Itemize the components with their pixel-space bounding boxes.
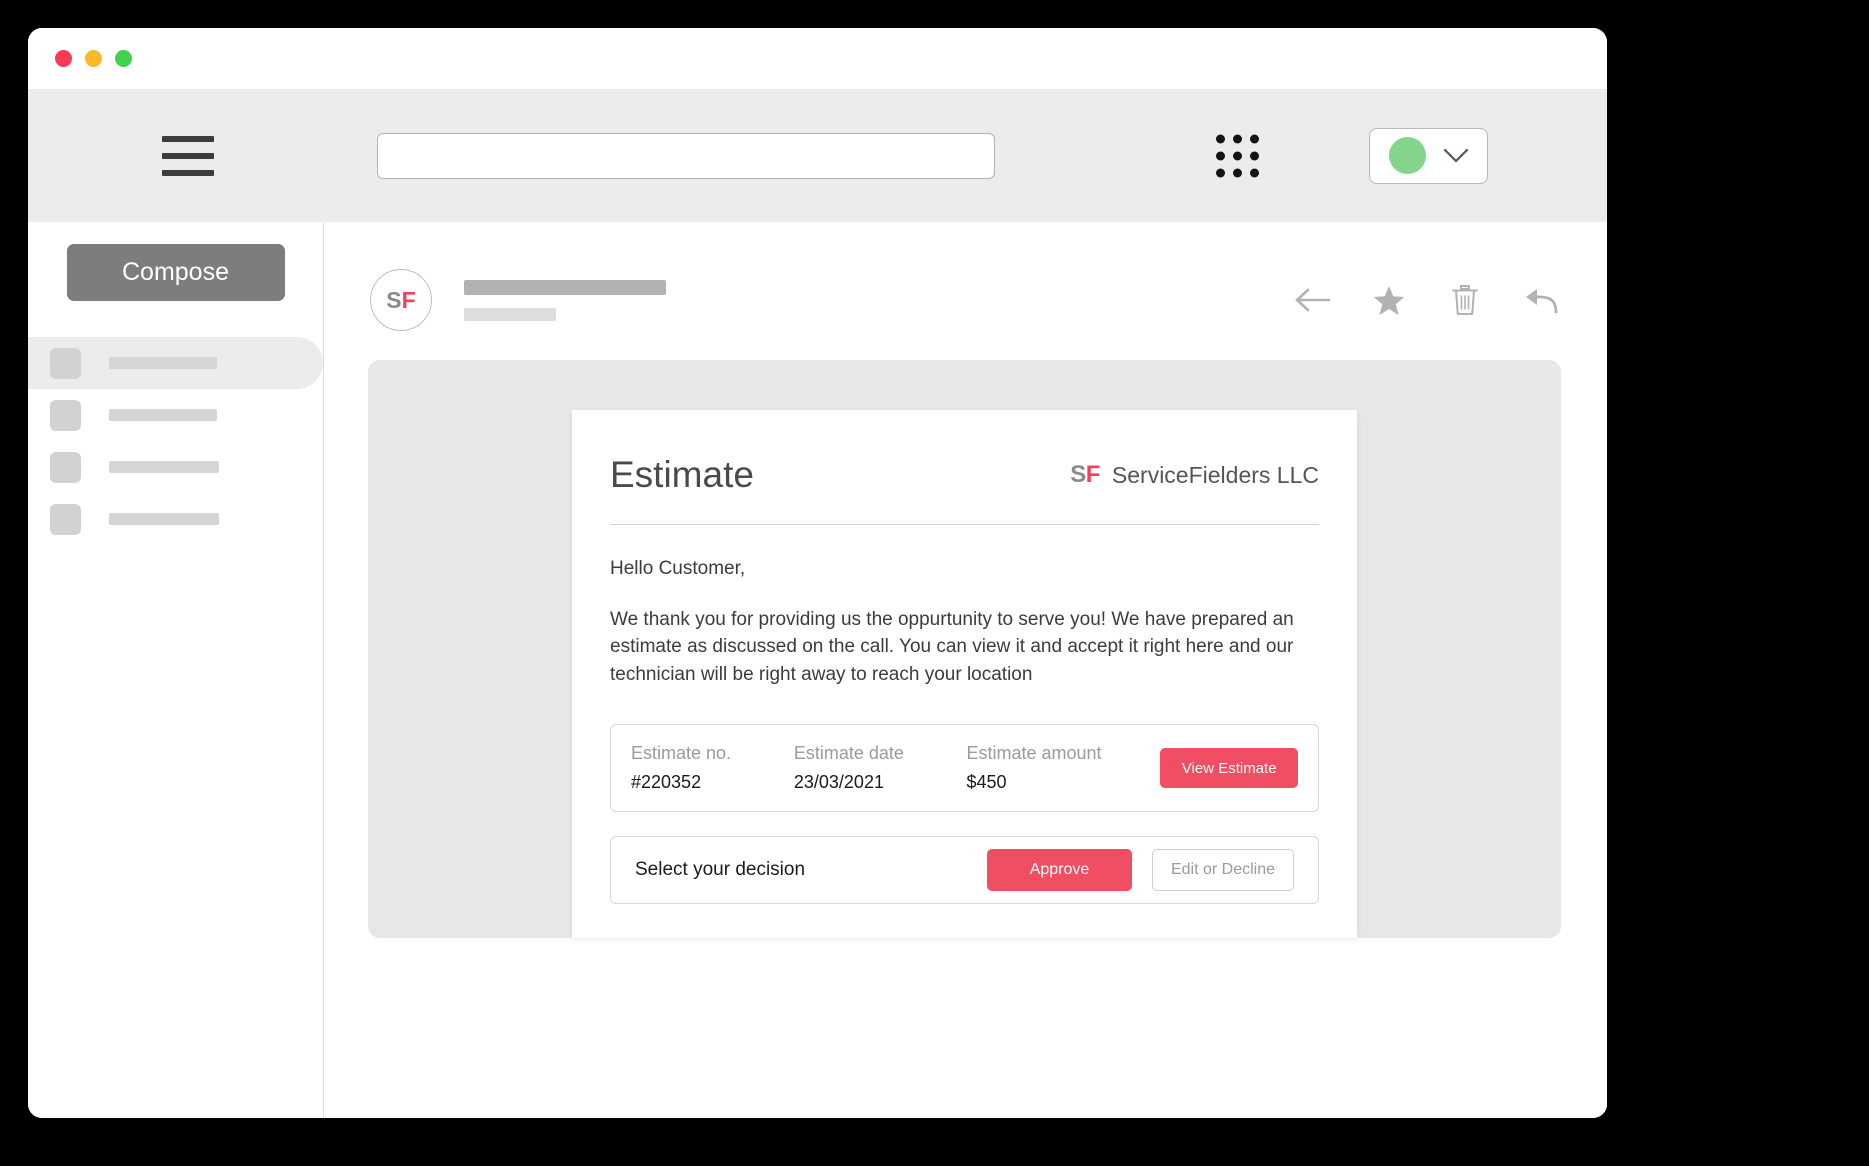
decision-box: Select your decision Approve Edit or Dec…: [610, 836, 1319, 905]
search-input[interactable]: [377, 132, 995, 179]
brand-letter-f: F: [1085, 461, 1101, 488]
back-arrow-glyph: [1295, 288, 1331, 312]
sender-initial-s: S: [386, 286, 402, 313]
sidebar-item-3[interactable]: [28, 441, 323, 493]
app-header: [28, 89, 1607, 222]
grid-dot: [1233, 134, 1242, 143]
mail-icon: [50, 399, 81, 431]
mail-subject-placeholder: [464, 279, 666, 295]
hamburger-line: [162, 135, 214, 142]
sender-avatar: SF: [370, 269, 432, 331]
grid-dot: [1233, 168, 1242, 177]
estimate-number-field: Estimate no. #220352: [631, 743, 794, 793]
chevron-down-icon: [1443, 148, 1468, 163]
decision-label: Select your decision: [635, 859, 806, 881]
browser-window: Compose S F Estimate SF ServiceFielders …: [28, 28, 1607, 1118]
mail-icon: [50, 503, 81, 535]
estimate-card-header: Estimate SF ServiceFielders LLC: [610, 454, 1319, 525]
star-icon[interactable]: [1369, 280, 1409, 320]
estimate-date-label: Estimate date: [793, 743, 904, 764]
edit-or-decline-button[interactable]: Edit or Decline: [1152, 849, 1294, 892]
mail-icon: [50, 347, 81, 379]
greeting-text: Hello Customer,: [610, 558, 746, 579]
mail-content: SF Estimate SF ServiceFielders LLC Hello…: [324, 222, 1607, 1118]
reply-icon[interactable]: [1521, 280, 1561, 320]
estimate-number-value: #220352: [631, 772, 702, 793]
hamburger-menu-icon[interactable]: [162, 135, 214, 176]
view-estimate-button[interactable]: View Estimate: [1160, 748, 1298, 789]
mail-header: SF: [324, 222, 1607, 344]
brand-block: SF ServiceFielders LLC: [1070, 461, 1319, 489]
sidebar-list: [28, 337, 323, 545]
maximize-window-button[interactable]: [115, 50, 132, 67]
grid-dot: [1250, 134, 1259, 143]
estimate-card: Estimate SF ServiceFielders LLC Hello Cu…: [572, 410, 1357, 938]
body-paragraph: We thank you for providing us the oppurt…: [610, 609, 1294, 685]
grid-dot: [1216, 168, 1225, 177]
estimate-amount-field: Estimate amount $450: [966, 743, 1160, 793]
trash-glyph: [1452, 285, 1478, 315]
sidebar-item-label: [109, 461, 219, 473]
back-icon[interactable]: [1293, 280, 1333, 320]
sidebar-item-label: [109, 409, 217, 421]
mail-icon: [50, 451, 81, 483]
grid-dot: [1216, 151, 1225, 160]
sidebar-item-label: [109, 357, 217, 369]
hamburger-line: [162, 169, 214, 176]
estimate-amount-value: $450: [966, 772, 1007, 793]
grid-dot: [1250, 151, 1259, 160]
sender-initial-f: F: [401, 286, 416, 313]
sidebar-item-2[interactable]: [28, 389, 323, 441]
grid-dot: [1216, 134, 1225, 143]
brand-logo-icon: SF: [1070, 461, 1100, 489]
compose-button[interactable]: Compose: [66, 244, 285, 301]
grid-dot: [1233, 151, 1242, 160]
estimate-amount-label: Estimate amount: [966, 743, 1102, 764]
estimate-title: Estimate: [610, 454, 754, 495]
mail-actions: [1293, 280, 1561, 320]
app-body: Compose S F Estimate SF ServiceFielders …: [28, 222, 1607, 1118]
sidebar-item-label: [109, 513, 219, 525]
close-window-button[interactable]: [55, 50, 72, 67]
grid-apps-icon[interactable]: [1216, 134, 1259, 177]
approve-button[interactable]: Approve: [987, 849, 1132, 892]
brand-name: ServiceFielders LLC: [1111, 461, 1319, 488]
sidebar-item-1[interactable]: [28, 337, 323, 389]
brand-letter-s: S: [1070, 461, 1086, 488]
hamburger-line: [162, 152, 214, 159]
estimate-date-field: Estimate date 23/03/2021: [794, 743, 967, 793]
trash-icon[interactable]: [1445, 280, 1485, 320]
mail-sender-placeholder: [464, 307, 556, 321]
estimate-date-value: 23/03/2021: [793, 772, 884, 793]
sidebar: Compose: [28, 222, 324, 1118]
star-glyph: [1373, 285, 1405, 315]
estimate-details-box: Estimate no. #220352 Estimate date 23/03…: [610, 724, 1319, 813]
grid-dot: [1250, 168, 1259, 177]
mail-subject-block: [464, 279, 666, 321]
estimate-number-label: Estimate no.: [631, 743, 732, 764]
email-body-panel: Estimate SF ServiceFielders LLC Hello Cu…: [368, 360, 1561, 938]
avatar: [1388, 137, 1426, 174]
minimize-window-button[interactable]: [85, 50, 102, 67]
reply-arrow-glyph: [1526, 289, 1558, 314]
window-titlebar: [28, 28, 1607, 89]
sidebar-item-4[interactable]: [28, 493, 323, 545]
profile-menu-button[interactable]: [1369, 127, 1488, 184]
